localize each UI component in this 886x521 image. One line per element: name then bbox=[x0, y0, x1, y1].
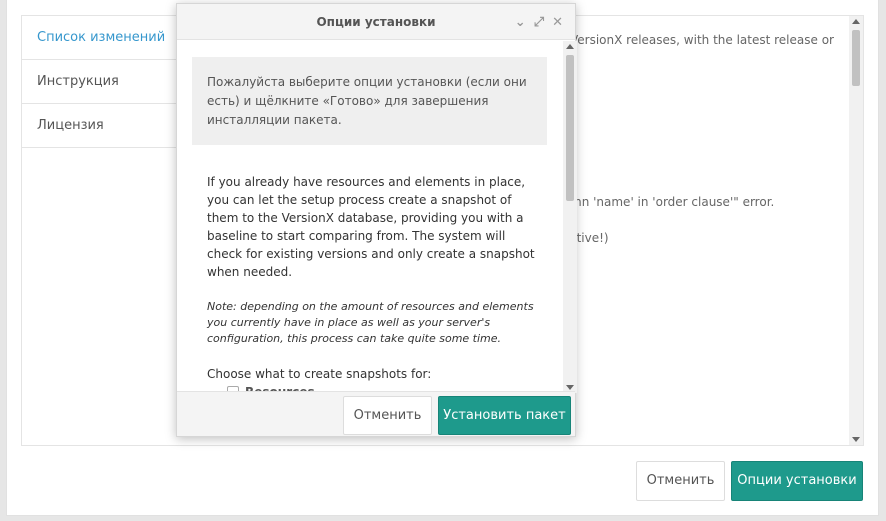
snapshot-intro-text: If you already have resources and elemen… bbox=[207, 175, 535, 279]
install-options-button[interactable]: Опции установки bbox=[731, 461, 863, 501]
scroll-down-arrow-icon[interactable] bbox=[852, 437, 860, 442]
dialog-cancel-button[interactable]: Отменить bbox=[343, 396, 432, 435]
maximize-icon[interactable]: ⤢ bbox=[534, 16, 544, 29]
scrollbar-thumb[interactable] bbox=[566, 55, 574, 201]
vertical-tabs: Список изменений Инструкция Лицензия bbox=[21, 15, 191, 446]
install-notice: Пожалуйста выберите опции установки (есл… bbox=[192, 57, 547, 145]
dialog-footer: Отменить Установить пакет bbox=[177, 391, 575, 436]
install-package-button[interactable]: Установить пакет bbox=[438, 396, 571, 435]
dialog-tools: ⌄ ⤢ ✕ bbox=[515, 4, 563, 40]
tab-readme[interactable]: Инструкция bbox=[22, 60, 190, 104]
snapshot-choose-label: Choose what to create snapshots for: bbox=[207, 367, 432, 381]
tab-changelog[interactable]: Список изменений bbox=[22, 16, 190, 60]
snapshot-note-text: Note: depending on the amount of resourc… bbox=[207, 300, 534, 345]
install-options-dialog: Опции установки ⌄ ⤢ ✕ Пожалуйста выберит… bbox=[176, 3, 577, 437]
scroll-up-arrow-icon[interactable] bbox=[852, 19, 860, 24]
scrollbar-thumb[interactable] bbox=[852, 30, 860, 86]
scroll-up-arrow-icon[interactable] bbox=[566, 44, 574, 49]
collapse-icon[interactable]: ⌄ bbox=[515, 16, 526, 29]
dialog-title: Опции установки bbox=[316, 15, 436, 29]
dialog-scrollbar[interactable] bbox=[563, 41, 577, 393]
scroll-down-arrow-icon[interactable] bbox=[566, 385, 574, 390]
tab-license[interactable]: Лицензия bbox=[22, 104, 190, 148]
content-text-line: VersionX releases, with the latest relea… bbox=[570, 33, 834, 47]
close-icon[interactable]: ✕ bbox=[552, 16, 563, 29]
cancel-button[interactable]: Отменить bbox=[636, 461, 725, 501]
dialog-body: Пожалуйста выберите опции установки (есл… bbox=[177, 41, 577, 393]
content-scrollbar[interactable] bbox=[849, 16, 863, 445]
dialog-header[interactable]: Опции установки ⌄ ⤢ ✕ bbox=[177, 4, 575, 40]
content-text-line: mn 'name' in 'order clause'" error. bbox=[570, 195, 775, 209]
